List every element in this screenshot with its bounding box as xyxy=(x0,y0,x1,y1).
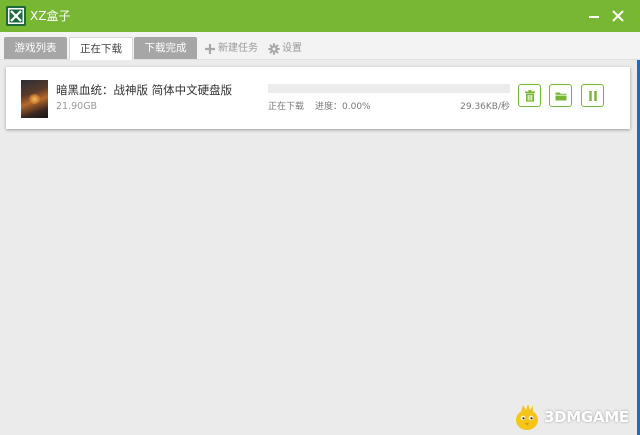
close-icon xyxy=(608,6,628,26)
game-size: 21.90GB xyxy=(56,101,98,112)
game-cover-image xyxy=(21,80,48,118)
app-title: XZ盒子 xyxy=(30,9,71,23)
open-folder-button[interactable] xyxy=(549,84,572,107)
tab-game-list[interactable]: 游戏列表 xyxy=(4,37,67,59)
watermark: 3DMGAME xyxy=(512,402,636,432)
close-button[interactable] xyxy=(608,6,628,26)
pause-button[interactable] xyxy=(581,84,604,107)
list-item: 暗黑血统：战神版 简体中文硬盘版 21.90GB 正在下载 进度：0.00% 2… xyxy=(6,67,630,129)
tab-bar: 游戏列表 正在下载 下载完成 新建任务 设置 xyxy=(0,32,640,60)
plus-icon xyxy=(204,43,216,55)
cover-highlight xyxy=(29,94,40,104)
minimize-icon xyxy=(584,6,604,26)
tab-downloading[interactable]: 正在下载 xyxy=(69,37,133,60)
download-status: 正在下载 xyxy=(268,102,305,112)
settings-label: 设置 xyxy=(282,43,302,54)
download-speed: 29.36KB/秒 xyxy=(460,102,510,112)
gear-icon xyxy=(268,43,280,55)
app-logo-icon xyxy=(6,6,26,26)
minimize-button[interactable] xyxy=(584,6,604,26)
tab-download-complete[interactable]: 下载完成 xyxy=(134,37,197,59)
watermark-text: 3DMGAME xyxy=(544,408,629,426)
delete-button[interactable] xyxy=(518,84,541,107)
download-progress-text: 进度：0.00% xyxy=(315,102,371,112)
new-task-label: 新建任务 xyxy=(218,43,258,54)
download-list: 暗黑血统：战神版 简体中文硬盘版 21.90GB 正在下载 进度：0.00% 2… xyxy=(0,60,640,435)
game-title: 暗黑血统：战神版 简体中文硬盘版 xyxy=(56,83,233,97)
chick-mascot-icon xyxy=(512,402,542,432)
progress-bar xyxy=(268,84,510,93)
title-bar: XZ盒子 xyxy=(0,0,640,32)
